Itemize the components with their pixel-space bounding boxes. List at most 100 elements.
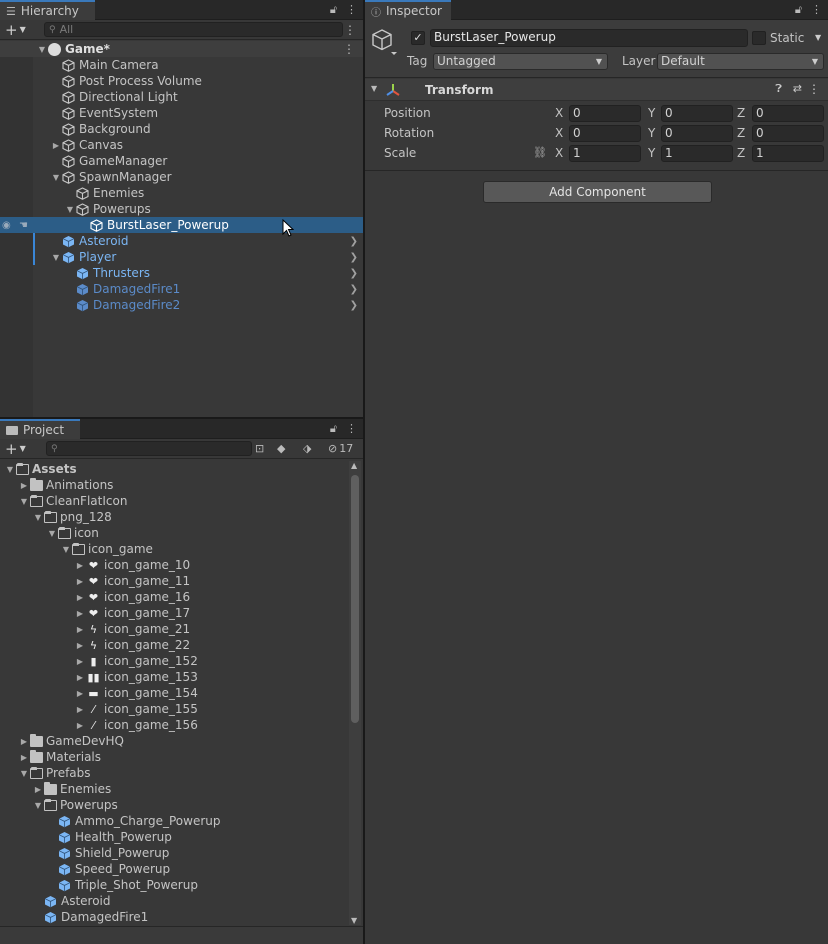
lock-icon[interactable]: 🔓︎ (330, 422, 337, 436)
kebab-menu-icon[interactable]: ⋮ (343, 42, 355, 56)
expand-arrow-icon[interactable]: ▶ (74, 589, 86, 605)
lock-icon[interactable]: 🔓︎ (330, 3, 337, 17)
expand-arrow-icon[interactable]: ▼ (18, 493, 30, 509)
project-search-input[interactable]: ⚲ (46, 441, 252, 456)
project-item[interactable]: ▼ CleanFlatIcon (0, 493, 349, 509)
expand-arrow-icon[interactable]: ▶ (74, 669, 86, 685)
static-checkbox[interactable] (752, 31, 766, 45)
hierarchy-item[interactable]: ▼ SpawnManager (0, 169, 363, 185)
hierarchy-item[interactable]: Background (0, 121, 363, 137)
expand-arrow-icon[interactable]: ▼ (60, 541, 72, 557)
create-dropdown-button[interactable]: + ▼ (0, 21, 31, 39)
hierarchy-item[interactable]: GameManager (0, 153, 363, 169)
tab-project[interactable]: Project (0, 419, 80, 439)
project-item[interactable]: Speed_Powerup (0, 861, 349, 877)
project-item[interactable]: Shield_Powerup (0, 845, 349, 861)
kebab-menu-icon[interactable]: ⋮ (811, 3, 822, 17)
expand-arrow-icon[interactable]: ▼ (50, 249, 62, 265)
hidden-packages-toggle[interactable]: ⊘ 17 (328, 442, 353, 455)
project-item[interactable]: ▶ ▮ icon_game_152 (0, 653, 349, 669)
hierarchy-item[interactable]: ◉ ☚ BurstLaser_Powerup (0, 217, 363, 237)
project-item[interactable]: ▶ Animations (0, 477, 349, 493)
project-item[interactable]: ▼ Powerups (0, 797, 349, 813)
hierarchy-item[interactable]: ▶ Canvas (0, 137, 363, 153)
rotation-y-field[interactable]: 0 (661, 125, 733, 142)
expand-arrow-icon[interactable]: ▶ (74, 573, 86, 589)
static-dropdown-icon[interactable]: ▼ (815, 33, 821, 42)
expand-arrow-icon[interactable]: ▼ (32, 797, 44, 813)
scale-y-field[interactable]: 1 (661, 145, 733, 162)
project-item[interactable]: Health_Powerup (0, 829, 349, 845)
expand-arrow-icon[interactable]: ▶ (74, 605, 86, 621)
project-item[interactable]: ▶ ❤ icon_game_16 (0, 589, 349, 605)
gameobject-cube-icon[interactable] (371, 28, 397, 56)
position-x-field[interactable]: 0 (569, 105, 641, 122)
expand-arrow-icon[interactable]: ▶ (74, 685, 86, 701)
tag-dropdown[interactable]: Untagged (433, 53, 608, 70)
expand-arrow-icon[interactable]: ▼ (46, 525, 58, 541)
hierarchy-item[interactable]: Post Process Volume (0, 73, 363, 89)
expand-arrow-icon[interactable]: ▶ (74, 717, 86, 733)
position-z-field[interactable]: 0 (752, 105, 824, 122)
hierarchy-item[interactable]: Enemies (0, 185, 363, 201)
scroll-down-icon[interactable]: ▼ (351, 916, 357, 925)
kebab-menu-icon[interactable]: ⋮ (808, 82, 820, 96)
project-item[interactable]: ▶ ▮▮ icon_game_153 (0, 669, 349, 685)
open-prefab-chevron-icon[interactable]: ❯ (350, 284, 358, 295)
tab-inspector[interactable]: ⓘ Inspector (365, 0, 451, 20)
kebab-menu-icon[interactable]: ⋮ (346, 422, 357, 436)
project-item[interactable]: ▼ png_128 (0, 509, 349, 525)
hierarchy-item[interactable]: Main Camera (0, 57, 363, 73)
transform-header[interactable]: ▼ Transform ❓︎ ⇄ ⋮ (365, 79, 828, 101)
foldout-arrow-icon[interactable]: ▼ (371, 84, 377, 93)
hierarchy-item[interactable]: EventSystem (0, 105, 363, 121)
scale-x-field[interactable]: 1 (569, 145, 641, 162)
hierarchy-item[interactable]: Directional Light (0, 89, 363, 105)
expand-arrow-icon[interactable]: ▼ (32, 509, 44, 525)
hierarchy-item[interactable]: Thrusters ❯ (0, 265, 363, 281)
open-prefab-chevron-icon[interactable]: ❯ (350, 268, 358, 279)
scale-z-field[interactable]: 1 (752, 145, 824, 162)
scene-row[interactable]: ▼ Game* ⋮ (0, 41, 363, 57)
scroll-up-icon[interactable]: ▲ (351, 461, 357, 470)
project-item[interactable]: ▶ ⁄ icon_game_155 (0, 701, 349, 717)
constrain-proportions-link-icon[interactable]: ⛓ (533, 146, 547, 159)
expand-arrow-icon[interactable]: ▼ (50, 169, 62, 185)
project-item[interactable]: ▶ Enemies (0, 781, 349, 797)
expand-arrow-icon[interactable]: ▼ (4, 461, 16, 477)
project-item[interactable]: ▶ GameDevHQ (0, 733, 349, 749)
rotation-x-field[interactable]: 0 (569, 125, 641, 142)
object-name-field[interactable]: BurstLaser_Powerup (430, 29, 748, 47)
active-checkbox[interactable]: ✓ (411, 31, 425, 45)
project-item[interactable]: ▶ Materials (0, 749, 349, 765)
search-by-label-icon[interactable]: ◆ (277, 442, 285, 455)
project-item[interactable]: ▶ ⁄ icon_game_156 (0, 717, 349, 733)
scrollbar-thumb[interactable] (351, 475, 359, 723)
expand-arrow-icon[interactable]: ▶ (32, 781, 44, 797)
project-item[interactable]: ▶ ϟ icon_game_21 (0, 621, 349, 637)
hierarchy-item[interactable]: DamagedFire2 ❯ (0, 297, 363, 313)
expand-arrow-icon[interactable]: ▼ (18, 765, 30, 781)
layer-dropdown[interactable]: Default (657, 53, 824, 70)
project-item[interactable]: ▼ Assets (0, 461, 349, 477)
project-scrollbar[interactable]: ▲ ▼ (349, 461, 361, 925)
expand-arrow-icon[interactable]: ▼ (64, 201, 76, 217)
expand-arrow-icon[interactable]: ▶ (18, 733, 30, 749)
project-item[interactable]: ▶ ϟ icon_game_22 (0, 637, 349, 653)
project-item[interactable]: ▶ ❤ icon_game_10 (0, 557, 349, 573)
project-item[interactable]: ▼ Prefabs (0, 765, 349, 781)
help-icon[interactable]: ❓︎ (775, 82, 782, 96)
hierarchy-item[interactable]: DamagedFire1 ❯ (0, 281, 363, 297)
search-by-type-icon[interactable]: ⊡ (255, 442, 264, 455)
rotation-z-field[interactable]: 0 (752, 125, 824, 142)
project-item[interactable]: ▶ ▬ icon_game_154 (0, 685, 349, 701)
hierarchy-search-input[interactable]: ⚲ All (44, 22, 343, 37)
position-y-field[interactable]: 0 (661, 105, 733, 122)
project-item[interactable]: ▶ ❤ icon_game_11 (0, 573, 349, 589)
project-item[interactable]: ▼ icon (0, 525, 349, 541)
open-prefab-chevron-icon[interactable]: ❯ (350, 252, 358, 263)
expand-arrow-icon[interactable]: ▶ (18, 477, 30, 493)
expand-arrow-icon[interactable]: ▶ (18, 749, 30, 765)
hierarchy-item[interactable]: Asteroid ❯ (0, 233, 363, 249)
visibility-eye-icon[interactable]: ◉ (2, 220, 11, 231)
